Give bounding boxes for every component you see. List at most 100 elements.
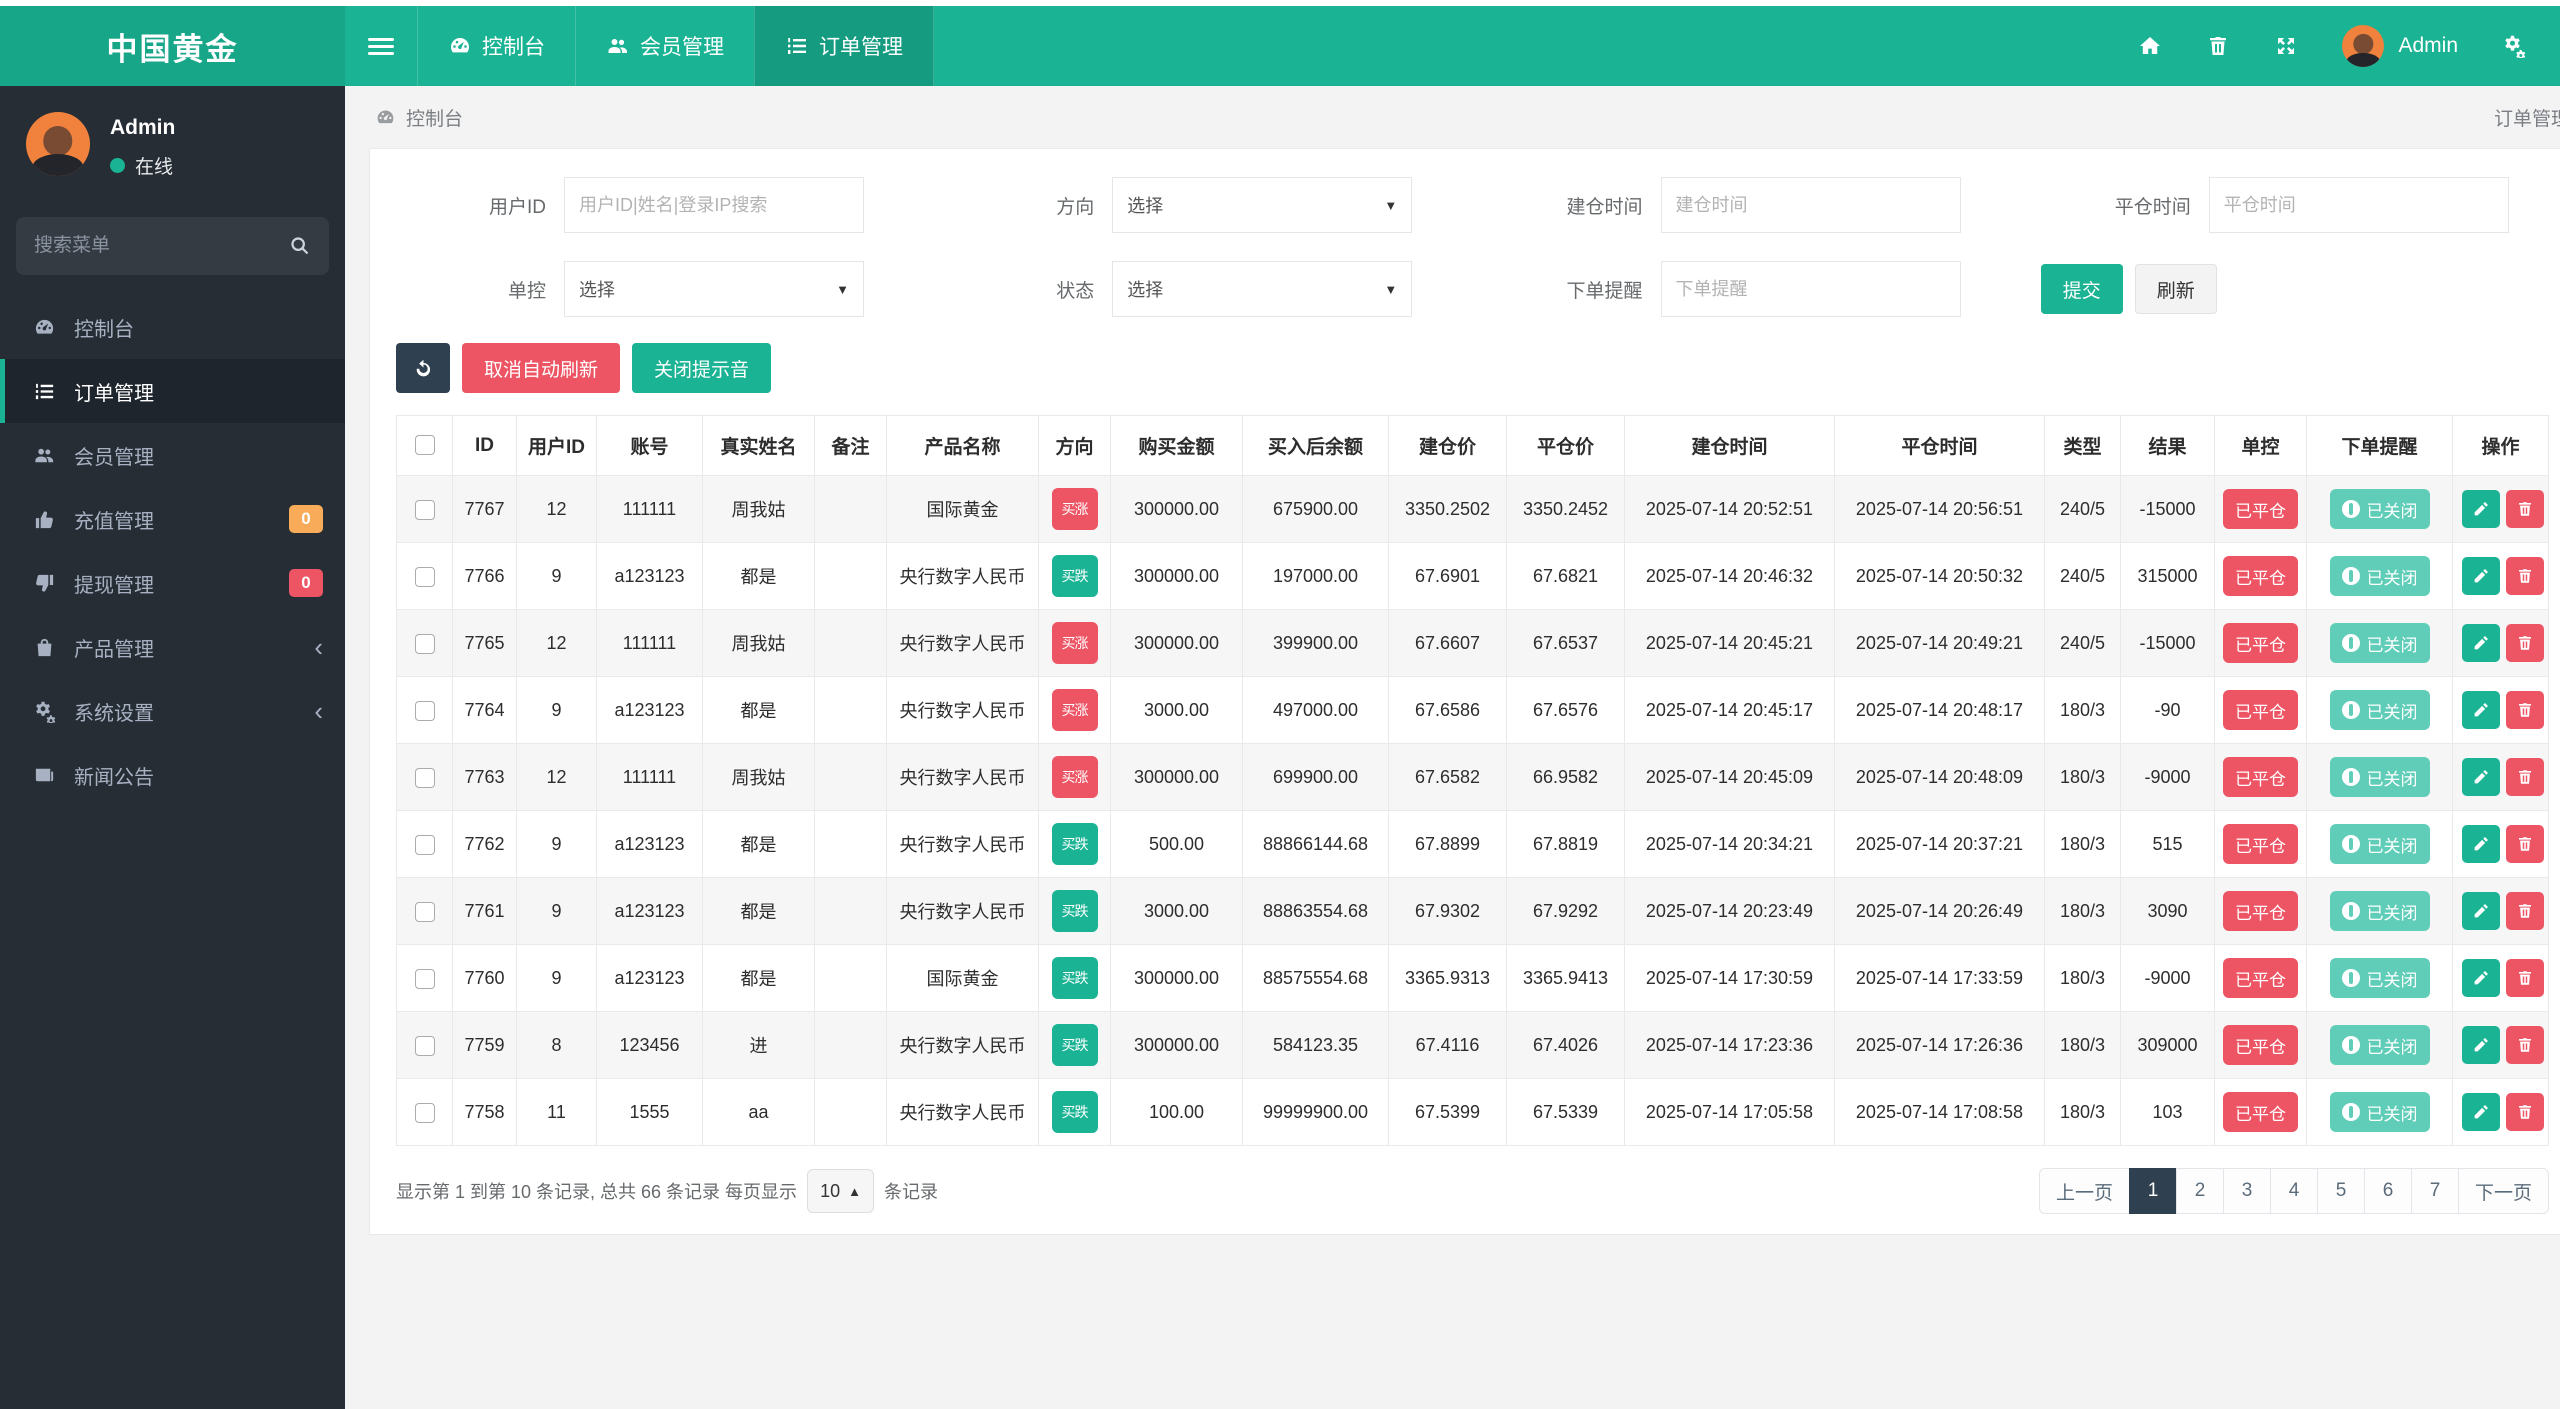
cell-uid: 12 [516, 609, 597, 677]
close-time-input[interactable] [2223, 194, 2494, 216]
edit-button[interactable] [2462, 825, 2500, 863]
filter-form: 用户ID 方向 选择 ▼ 建仓时间 平仓时间 [396, 177, 2549, 317]
prev-page-button[interactable]: 上一页 [2038, 1168, 2130, 1214]
cell-uid: 9 [516, 810, 597, 878]
page-button-5[interactable]: 5 [2316, 1168, 2365, 1214]
page-size-select[interactable]: 10 ▲ [807, 1169, 874, 1213]
edit-button[interactable] [2462, 691, 2500, 729]
sidebar-item-withdraw[interactable]: 提现管理 0 [0, 551, 345, 615]
sidebar-item-recharge[interactable]: 充值管理 0 [0, 487, 345, 551]
remind-input[interactable] [1675, 278, 1946, 300]
refresh-button[interactable]: 刷新 [2134, 264, 2217, 314]
page-button-1[interactable]: 1 [2128, 1168, 2177, 1214]
table-header-row: ID 用户ID 账号 真实姓名 备注 产品名称 方向 购买金额 买入后余额 建仓价 平仓价 建仓时间平… [396, 415, 2549, 476]
cell-actions [2452, 542, 2549, 610]
cell-amount: 500.00 [1110, 810, 1243, 878]
cell-close_time: 2025-07-14 20:49:21 [1834, 609, 2045, 677]
row-checkbox[interactable] [414, 767, 435, 788]
cell-amount: 300000.00 [1110, 542, 1243, 610]
page-button-3[interactable]: 3 [2222, 1168, 2271, 1214]
tab-orders[interactable]: 订单管理 [754, 6, 934, 86]
edit-button[interactable] [2462, 892, 2500, 930]
row-checkbox[interactable] [414, 700, 435, 721]
sidebar-profile[interactable]: Admin 在线 [0, 86, 345, 189]
row-checkbox[interactable] [414, 1102, 435, 1123]
menu-toggle-button[interactable] [345, 6, 417, 86]
cell-product: 央行数字人民币 [886, 542, 1039, 610]
cell-open_price: 67.9302 [1388, 877, 1507, 945]
page-button-2[interactable]: 2 [2175, 1168, 2224, 1214]
edit-button[interactable] [2462, 624, 2500, 662]
delete-button[interactable] [2506, 825, 2544, 863]
sidebar-item-members[interactable]: 会员管理 [0, 423, 345, 487]
delete-button[interactable] [2506, 1026, 2544, 1064]
delete-button[interactable] [2506, 691, 2544, 729]
user-id-input[interactable] [579, 194, 849, 216]
sync-button[interactable] [396, 343, 450, 393]
page-button-7[interactable]: 7 [2410, 1168, 2459, 1214]
cell-account: a123123 [596, 877, 703, 945]
sidebar-item-settings[interactable]: 系统设置 ‹ [0, 679, 345, 743]
fullscreen-icon[interactable] [2274, 34, 2298, 58]
search-icon[interactable] [289, 235, 311, 257]
tab-members[interactable]: 会员管理 [575, 6, 754, 86]
menu-search-input[interactable] [34, 235, 289, 257]
next-page-button[interactable]: 下一页 [2457, 1168, 2549, 1214]
edit-button[interactable] [2462, 1093, 2500, 1131]
control-select[interactable]: 选择 ▼ [564, 261, 864, 317]
direction-badge: 买涨 [1051, 756, 1098, 798]
main-content: 控制台 订单管理 用户ID 方向 选择 ▼ 建仓时间 [345, 86, 2560, 1409]
row-checkbox[interactable] [414, 834, 435, 855]
row-checkbox[interactable] [414, 901, 435, 922]
delete-button[interactable] [2506, 557, 2544, 595]
submit-button[interactable]: 提交 [2040, 264, 2123, 314]
direction-select[interactable]: 选择 ▼ [1112, 177, 1413, 233]
cell-close_price: 67.8819 [1506, 810, 1625, 878]
table-row: 7758 11 1555 aa 央行数字人民币 买跌 100.00 99999900.00 67… [396, 1078, 2549, 1146]
edit-button[interactable] [2462, 959, 2500, 997]
cell-result: -9000 [2120, 944, 2215, 1012]
row-checkbox[interactable] [414, 499, 435, 520]
edit-button[interactable] [2462, 1026, 2500, 1064]
delete-button[interactable] [2506, 959, 2544, 997]
cell-id: 7759 [452, 1011, 517, 1079]
table-row: 7765 12 111111 周我姑 央行数字人民币 买涨 300000.00 399900.… [396, 609, 2549, 677]
mute-sound-button[interactable]: 关闭提示音 [632, 343, 772, 393]
edit-button[interactable] [2462, 557, 2500, 595]
trash-icon[interactable] [2206, 34, 2230, 58]
recharge-count-badge: 0 [289, 505, 323, 533]
cell-open_price: 67.6582 [1388, 743, 1507, 811]
page-button-6[interactable]: 6 [2363, 1168, 2412, 1214]
sidebar-item-label: 订单管理 [74, 382, 154, 405]
delete-button[interactable] [2506, 758, 2544, 796]
open-time-input[interactable] [1675, 194, 1946, 216]
sidebar-item-dashboard[interactable]: 控制台 [0, 295, 345, 359]
delete-button[interactable] [2506, 892, 2544, 930]
row-checkbox[interactable] [414, 566, 435, 587]
status-select[interactable]: 选择 ▼ [1112, 261, 1413, 317]
cancel-auto-refresh-button[interactable]: 取消自动刷新 [462, 343, 621, 393]
tab-dashboard[interactable]: 控制台 [417, 6, 575, 86]
cell-control: 已平仓 [2214, 1078, 2307, 1146]
cell-control: 已平仓 [2214, 743, 2307, 811]
row-checkbox[interactable] [414, 633, 435, 654]
settings-gears-icon[interactable] [2502, 34, 2526, 58]
sidebar-item-products[interactable]: 产品管理 ‹ [0, 615, 345, 679]
delete-button[interactable] [2506, 490, 2544, 528]
row-checkbox[interactable] [414, 1035, 435, 1056]
sidebar-item-orders[interactable]: 订单管理 [0, 359, 345, 423]
home-icon[interactable] [2138, 34, 2162, 58]
page-button-4[interactable]: 4 [2269, 1168, 2318, 1214]
direction-select-value: 选择 [1127, 196, 1164, 216]
breadcrumb[interactable]: 控制台 [375, 104, 463, 131]
delete-button[interactable] [2506, 1093, 2544, 1131]
sidebar-item-news[interactable]: 新闻公告 [0, 743, 345, 807]
select-all-checkbox[interactable] [414, 435, 435, 456]
row-checkbox[interactable] [414, 968, 435, 989]
delete-button[interactable] [2506, 624, 2544, 662]
notify-badge: 已关闭 [2329, 489, 2430, 529]
edit-button[interactable] [2462, 758, 2500, 796]
control-badge: 已平仓 [2223, 623, 2298, 663]
user-menu[interactable]: Admin [2342, 25, 2458, 67]
edit-button[interactable] [2462, 490, 2500, 528]
